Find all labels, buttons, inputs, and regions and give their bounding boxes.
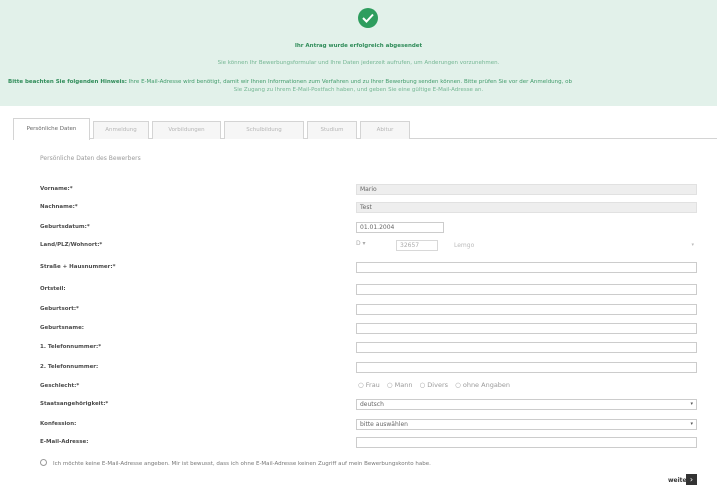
ortsteil-label: Ortsteil: xyxy=(40,286,66,292)
radio-ohne-angaben-label: ohne Angaben xyxy=(462,381,511,389)
staatsangehoerigkeit-value: deutsch xyxy=(360,401,384,408)
banner-hint-label: Bitte beachten Sie folgenden Hinweis: xyxy=(8,79,127,85)
tab-abitur[interactable]: Abitur xyxy=(360,121,410,139)
konfession-value: bitte auswählen xyxy=(360,421,408,428)
ortsteil-field[interactable] xyxy=(356,284,697,295)
city-select[interactable]: Lemgo ▾ xyxy=(450,240,697,251)
tab-vorbildungen[interactable]: Vorbildungen xyxy=(152,121,221,139)
geschlecht-radio-group: ○ Frau ○ Mann ○ Divers ○ ohne Angaben xyxy=(358,381,515,389)
country-value: D xyxy=(356,240,361,247)
vorname-field[interactable]: Mario xyxy=(356,184,697,195)
wohnort-label: Land/PLZ/Wohnort:* xyxy=(40,242,103,248)
geburtsort-field[interactable] xyxy=(356,304,697,315)
radio-divers[interactable]: ○ Divers xyxy=(420,381,448,389)
staatsangehoerigkeit-select[interactable]: deutsch ▾ xyxy=(356,399,697,410)
radio-frau-label: Frau xyxy=(365,381,380,389)
banner-subtitle: Sie können Ihr Bewerbungsformular und Ih… xyxy=(217,60,500,66)
optin-text: Ich möchte keine E-Mail-Adresse angeben.… xyxy=(53,461,431,467)
check-icon xyxy=(358,8,378,28)
telefon2-label: 2. Telefonnummer: xyxy=(40,364,99,370)
radio-mann-label: Mann xyxy=(394,381,413,389)
nachname-field[interactable]: Test xyxy=(356,202,697,213)
country-select[interactable]: D ▾ xyxy=(356,240,366,247)
geburtsname-field[interactable] xyxy=(356,323,697,334)
telefon1-field[interactable] xyxy=(356,342,697,353)
geschlecht-label: Geschlecht:* xyxy=(40,383,80,389)
banner-hint: Bitte beachten Sie folgenden Hinweis: Ih… xyxy=(0,79,717,85)
chevron-down-icon: ▾ xyxy=(690,401,693,407)
geburtsdatum-field[interactable]: 01.01.2004 xyxy=(356,222,444,233)
tab-persoenliche-daten[interactable]: Persönliche Daten xyxy=(13,118,90,140)
strasse-field[interactable] xyxy=(356,262,697,273)
chevron-down-icon: ▾ xyxy=(690,421,693,427)
nachname-label: Nachname:* xyxy=(40,204,78,210)
banner-hint-text: Ihre E-Mail-Adresse wird benötigt, damit… xyxy=(128,79,572,85)
section-title: Persönliche Daten des Bewerbers xyxy=(40,155,141,162)
staatsangehoerigkeit-label: Staatsangehörigkeit:* xyxy=(40,401,109,407)
radio-divers-label: Divers xyxy=(427,381,449,389)
tab-bar: Persönliche Daten Anmeldung Vorbildungen… xyxy=(13,118,717,140)
email-field[interactable] xyxy=(356,437,697,448)
strasse-label: Straße + Hausnummer:* xyxy=(40,264,116,270)
radio-mann[interactable]: ○ Mann xyxy=(387,381,413,389)
banner-title: Ihr Antrag wurde erfolgreich abgesendet xyxy=(294,43,423,49)
tab-anmeldung[interactable]: Anmeldung xyxy=(93,121,149,139)
geburtsort-label: Geburtsort:* xyxy=(40,306,79,312)
optin-radio[interactable] xyxy=(40,459,47,466)
geburtsname-label: Geburtsname: xyxy=(40,325,84,331)
chevron-down-icon: ▾ xyxy=(691,242,694,248)
konfession-select[interactable]: bitte auswählen ▾ xyxy=(356,419,697,430)
tab-schulbildung[interactable]: Schulbildung xyxy=(224,121,304,139)
telefon2-field[interactable] xyxy=(356,362,697,373)
wohnort-group: D ▾ 32657 Lemgo ▾ xyxy=(356,240,697,251)
tab-studium[interactable]: Studium xyxy=(307,121,357,139)
radio-ohne-angaben[interactable]: ○ ohne Angaben xyxy=(455,381,510,389)
radio-frau[interactable]: ○ Frau xyxy=(358,381,380,389)
chevron-down-icon: ▾ xyxy=(362,240,366,247)
success-banner: Ihr Antrag wurde erfolgreich abgesendet … xyxy=(0,0,717,106)
plz-field[interactable]: 32657 xyxy=(396,240,438,251)
no-email-optin[interactable]: Ich möchte keine E-Mail-Adresse angeben.… xyxy=(40,459,431,467)
telefon1-label: 1. Telefonnummer:* xyxy=(40,344,102,350)
city-value: Lemgo xyxy=(454,242,475,249)
geburtsdatum-label: Geburtsdatum:* xyxy=(40,224,90,230)
next-arrow-icon[interactable]: › xyxy=(686,474,697,485)
konfession-label: Konfession: xyxy=(40,421,77,427)
banner-hint-text-2: Sie Zugang zu Ihrem E-Mail-Postfach habe… xyxy=(233,87,484,93)
vorname-label: Vorname:* xyxy=(40,186,73,192)
email-label: E-Mail-Adresse: xyxy=(40,439,89,445)
